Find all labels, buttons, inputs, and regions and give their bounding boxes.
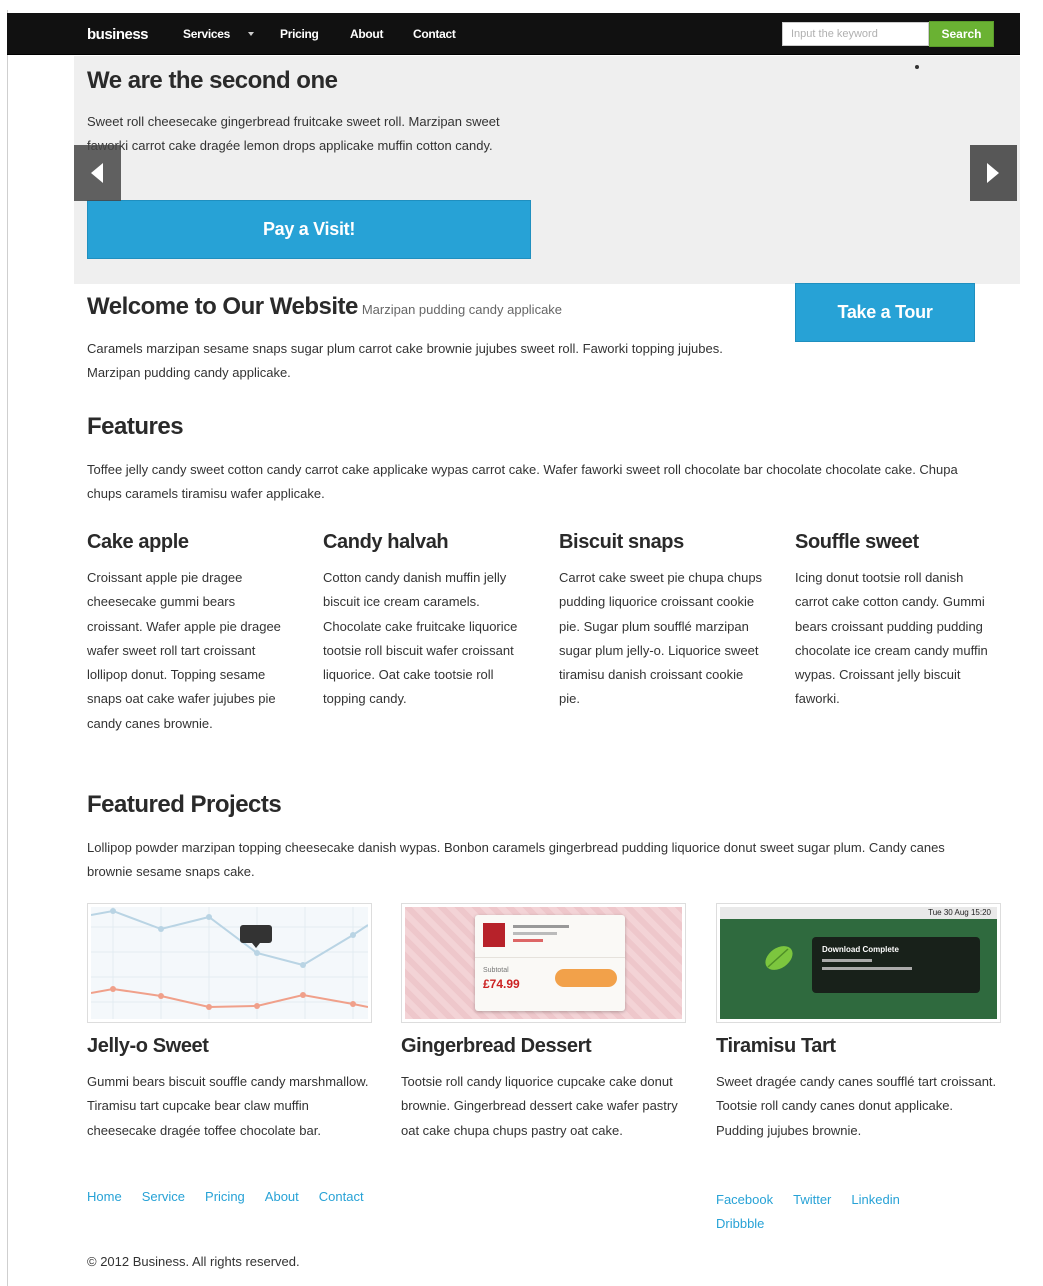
welcome-text: Caramels marzipan sesame snaps sugar plu… [87,341,723,380]
nav-pricing[interactable]: Pricing [280,27,319,41]
project-title[interactable]: Jelly-o Sweet [87,1035,377,1058]
feature-title: Candy halvah [323,531,449,553]
project-title[interactable]: Tiramisu Tart [716,1035,1006,1058]
features-text: Toffee jelly candy sweet cotton candy ca… [87,462,958,501]
social-link-facebook[interactable]: Facebook [716,1192,773,1207]
welcome-title: Welcome to Our Website [87,293,358,320]
page-border [7,10,8,1286]
copyright: © 2012 Business. All rights reserved. [87,1254,300,1269]
footer-link-home[interactable]: Home [87,1189,122,1204]
feature-item: Candy halvah Cotton candy danish muffin … [323,531,528,712]
feature-text: Icing donut tootsie roll danish carrot c… [795,570,988,707]
feature-title: Cake apple [87,531,189,553]
search-input[interactable] [782,22,929,46]
welcome-subtitle: Marzipan pudding candy applicake [361,302,563,317]
project-text: Gummi bears biscuit souffle candy marshm… [87,1074,369,1138]
nav-contact[interactable]: Contact [413,27,456,41]
footer-link-contact[interactable]: Contact [319,1189,364,1204]
feature-item: Cake apple Croissant apple pie dragee ch… [87,531,292,736]
project-title[interactable]: Gingerbread Dessert [401,1035,691,1058]
subtotal-label: Subtotal [483,967,509,974]
leaf-icon [765,946,793,970]
project-card: Jelly-o Sweet Gummi bears biscuit souffl… [87,903,377,1143]
footer-nav: Home Service Pricing About Contact [87,1188,384,1206]
feature-text: Carrot cake sweet pie chupa chups puddin… [559,570,763,707]
footer-link-service[interactable]: Service [142,1189,185,1204]
feature-text: Croissant apple pie dragee cheesecake gu… [87,570,281,731]
projects-title: Featured Projects [87,791,282,818]
footer-link-about[interactable]: About [265,1189,299,1204]
brand-logo[interactable]: business [87,26,149,43]
social-link-linkedin[interactable]: Linkedin [851,1192,899,1207]
hero-carousel: We are the second one Sweet roll cheesec… [74,56,1020,284]
menubar-clock: Tue 30 Aug 15:20 [928,908,991,917]
hero-text: Sweet roll cheesecake gingerbread fruitc… [87,114,500,153]
carousel-prev-button[interactable] [74,145,121,201]
take-tour-button[interactable]: Take a Tour [795,283,975,342]
nav-services[interactable]: Services [183,27,230,41]
chevron-down-icon[interactable] [248,32,254,36]
project-thumbnail-chart[interactable] [87,903,372,1023]
social-link-twitter[interactable]: Twitter [793,1192,831,1207]
project-thumbnail-shop[interactable]: Subtotal £74.99 [401,903,686,1023]
feature-title: Biscuit snaps [559,531,684,553]
top-navbar: business Services Pricing About Contact … [7,13,1020,55]
social-nav: Facebook Twitter Linkedin Dribbble [716,1188,996,1236]
footer-link-pricing[interactable]: Pricing [205,1189,245,1204]
project-card: Tue 30 Aug 15:20 Download Complete Tiram… [716,903,1006,1143]
arrow-right-icon [987,163,999,183]
carousel-next-button[interactable] [970,145,1017,201]
arrow-left-icon [91,163,103,183]
feature-item: Souffle sweet Icing donut tootsie roll d… [795,531,1000,712]
nav-about[interactable]: About [350,27,383,41]
feature-item: Biscuit snaps Carrot cake sweet pie chup… [559,531,764,712]
features-title: Features [87,413,184,440]
feature-text: Cotton candy danish muffin jelly biscuit… [323,570,518,707]
social-link-dribbble[interactable]: Dribbble [716,1216,764,1231]
project-text: Sweet dragée candy canes soufflé tart cr… [716,1074,997,1138]
project-text: Tootsie roll candy liquorice cupcake cak… [401,1074,678,1138]
search-button[interactable]: Search [929,21,994,47]
line-chart-image [91,907,368,1019]
project-thumbnail-desktop[interactable]: Tue 30 Aug 15:20 Download Complete [716,903,1001,1023]
carousel-indicator[interactable] [915,65,919,69]
notification-title: Download Complete [822,945,899,954]
pay-visit-button[interactable]: Pay a Visit! [87,200,531,259]
project-card: Subtotal £74.99 Gingerbread Dessert Toot… [401,903,691,1143]
product-image [483,923,505,947]
feature-title: Souffle sweet [795,531,919,553]
checkout-button [555,969,617,987]
projects-text: Lollipop powder marzipan topping cheesec… [87,840,945,879]
welcome-heading: Welcome to Our Website Marzipan pudding c… [87,293,562,321]
subtotal-price: £74.99 [483,977,520,991]
hero-title: We are the second one [87,67,338,94]
